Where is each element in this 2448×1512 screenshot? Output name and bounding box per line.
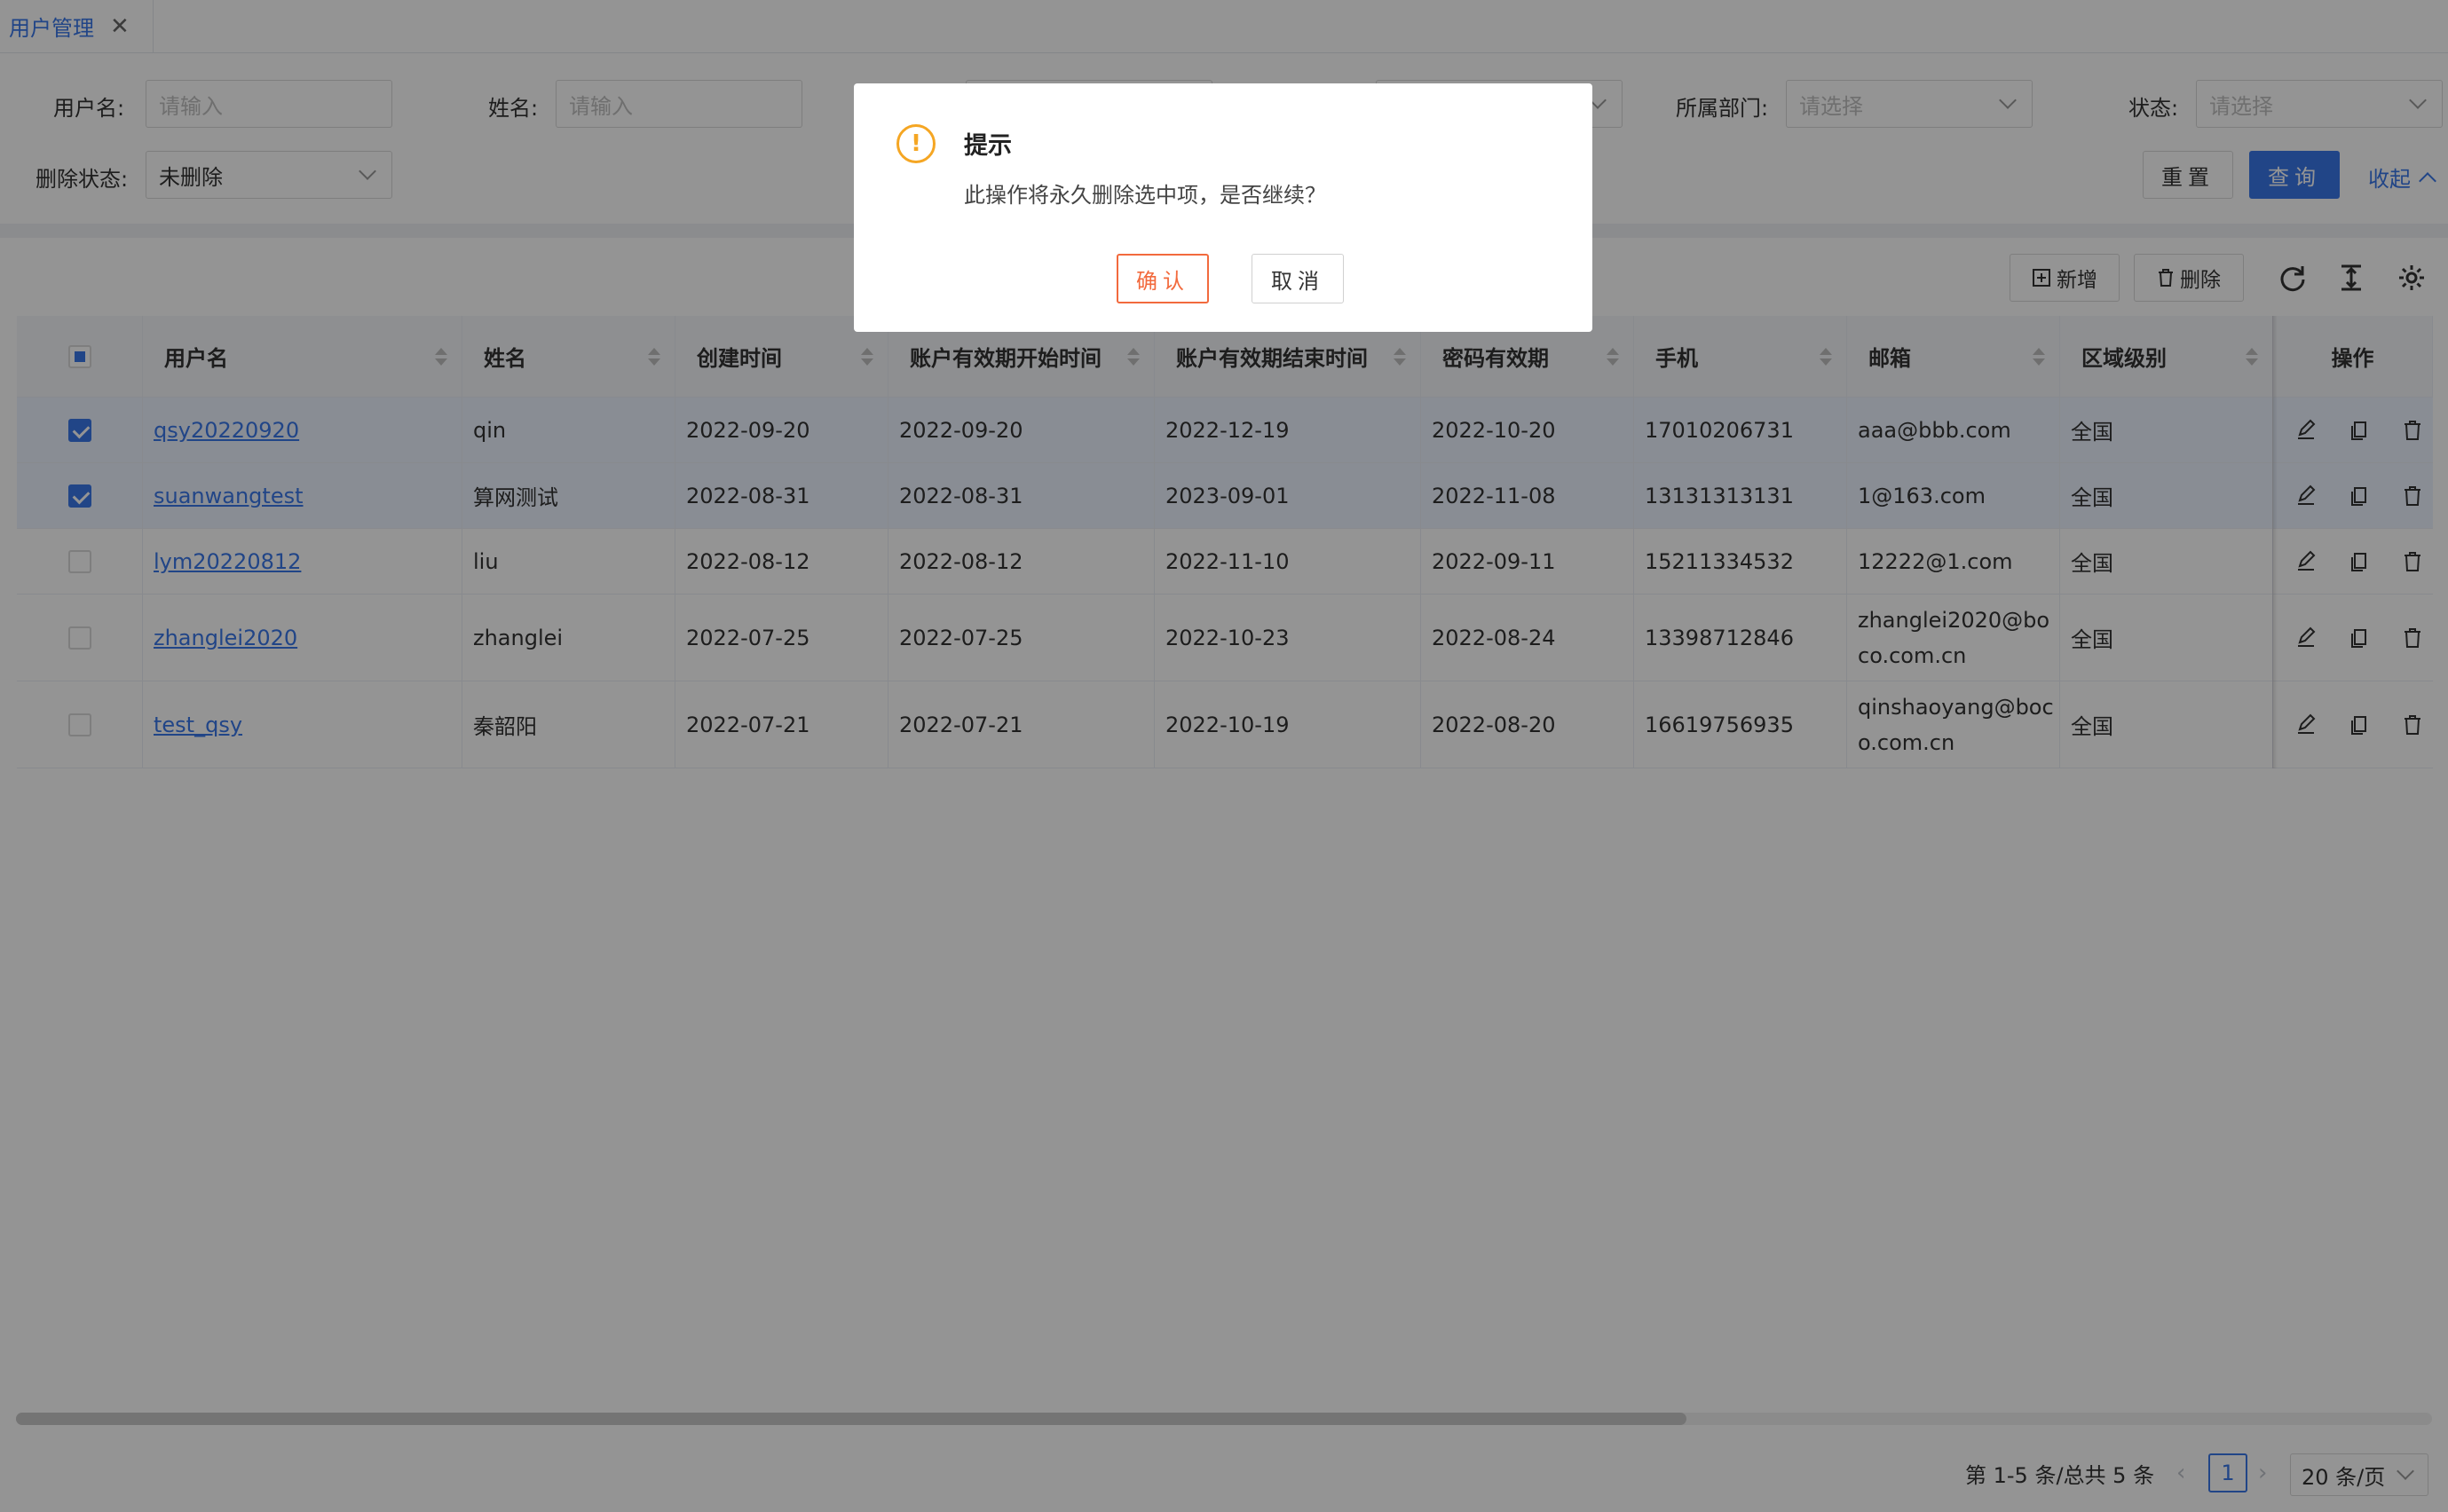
cancel-button[interactable]: 取消	[1252, 254, 1344, 303]
dialog-message: 此操作将永久删除选中项，是否继续？	[964, 183, 1326, 208]
dialog-title: 提示	[964, 132, 1012, 160]
warning-icon: !	[896, 124, 936, 163]
confirm-dialog: ! 提示 此操作将永久删除选中项，是否继续？ 确认 取消	[854, 83, 1592, 332]
confirm-button[interactable]: 确认	[1117, 254, 1209, 303]
